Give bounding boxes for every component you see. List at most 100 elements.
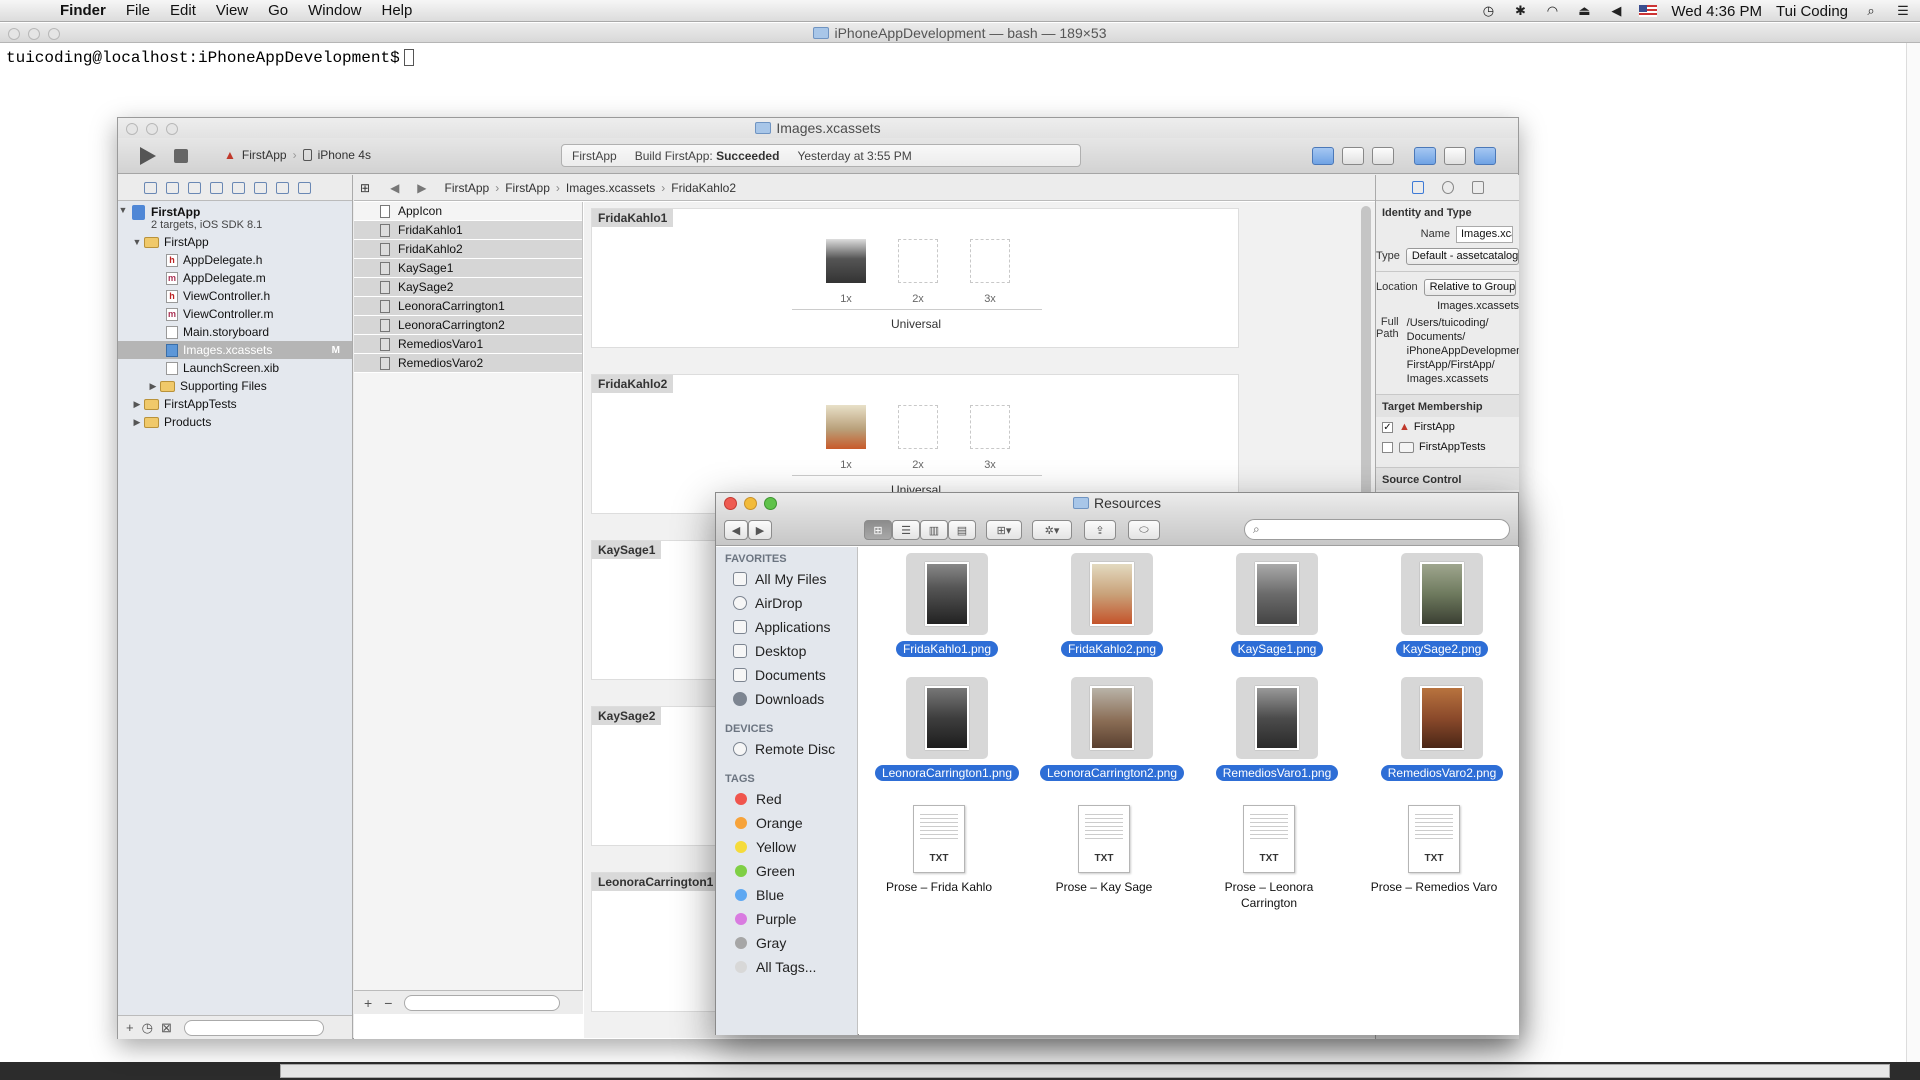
tree-item-appdelegate-h[interactable]: h AppDelegate.h (118, 251, 352, 269)
navigator-filter-field[interactable] (183, 1019, 324, 1036)
disclosure-closed-icon[interactable]: ▶ (132, 417, 142, 428)
file-item-kaysage1[interactable]: KaySage1.png (1197, 553, 1357, 657)
menu-file[interactable]: File (116, 2, 160, 19)
menubar-user[interactable]: Tui Coding (1776, 3, 1848, 20)
asset-row-appicon[interactable]: AppIcon (354, 202, 582, 221)
xcode-close-button[interactable] (126, 123, 138, 135)
notification-center-icon[interactable]: ☰ (1894, 3, 1912, 18)
jump-catalog[interactable]: Images.xcassets (566, 181, 655, 195)
sidebar-item-desktop[interactable]: Desktop (716, 639, 857, 663)
scheme-selector[interactable]: ▲ FirstApp › iPhone 4s (224, 148, 371, 162)
tree-item-images-xcassets[interactable]: Images.xcassets M (118, 341, 352, 359)
asset-row-fridakahlo2[interactable]: FridaKahlo2 (354, 240, 582, 259)
input-source-flag-icon[interactable] (1639, 5, 1658, 17)
tree-item-viewcontroller-h[interactable]: h ViewController.h (118, 287, 352, 305)
tree-item-main-storyboard[interactable]: Main.storyboard (118, 323, 352, 341)
run-button[interactable] (140, 147, 156, 165)
sidebar-tag-gray[interactable]: Gray (716, 931, 857, 955)
location-popup[interactable]: Relative to Group (1423, 278, 1517, 296)
recent-files-icon[interactable]: ◷ (142, 1020, 153, 1036)
sidebar-tag-yellow[interactable]: Yellow (716, 835, 857, 859)
sidebar-tag-orange[interactable]: Orange (716, 811, 857, 835)
sidebar-item-remote-disc[interactable]: Remote Disc (716, 737, 857, 761)
menu-help[interactable]: Help (372, 2, 423, 19)
disclosure-open-icon[interactable]: ▼ (132, 237, 142, 247)
volume-icon[interactable]: ◀ (1607, 3, 1625, 18)
tree-item-supporting-files[interactable]: ▶ Supporting Files (118, 377, 352, 395)
terminal-body[interactable]: tuicoding@localhost:iPhoneAppDevelopment… (0, 43, 1920, 73)
file-inspector-icon[interactable] (1411, 181, 1424, 194)
asset-row-remediosvaro2[interactable]: RemediosVaro2 (354, 354, 582, 373)
share-button[interactable]: ⇪ (1084, 520, 1116, 540)
back-icon[interactable]: ◀ (390, 181, 399, 195)
toggle-debug-area-icon[interactable] (1444, 147, 1466, 165)
terminal-minimize-button[interactable] (28, 28, 40, 40)
menu-go[interactable]: Go (258, 2, 298, 19)
wifi-icon[interactable]: ◠ (1543, 3, 1561, 18)
breakpoint-navigator-icon[interactable] (276, 181, 289, 194)
disclosure-closed-icon[interactable]: ▶ (148, 381, 158, 392)
bluetooth-icon[interactable]: ✱ (1511, 3, 1529, 18)
sidebar-all-tags[interactable]: All Tags... (716, 955, 857, 979)
sidebar-item-applications[interactable]: Applications (716, 615, 857, 639)
image-slot-1x[interactable] (826, 239, 866, 283)
spotlight-search-icon[interactable]: ⌕ (1862, 3, 1880, 18)
forward-button[interactable]: ▶ (748, 520, 772, 540)
terminal-horizontal-scrollbar[interactable] (280, 1064, 1890, 1078)
asset-row-fridakahlo1[interactable]: FridaKahlo1 (354, 221, 582, 240)
action-gear-button[interactable]: ✲▾ (1032, 520, 1072, 540)
menu-window[interactable]: Window (298, 2, 371, 19)
forward-icon[interactable]: ▶ (417, 181, 426, 195)
icon-view-button[interactable]: ⊞ (864, 520, 892, 540)
file-item-remediosvaro1[interactable]: RemediosVaro1.png (1197, 677, 1357, 781)
menu-app-finder[interactable]: Finder (50, 2, 116, 19)
symbol-navigator-icon[interactable] (166, 181, 179, 194)
jump-asset[interactable]: FridaKahlo2 (671, 181, 736, 195)
sidebar-item-airdrop[interactable]: AirDrop (716, 591, 857, 615)
image-slot-2x[interactable] (898, 405, 938, 449)
canvas-scrollbar[interactable] (1361, 206, 1371, 506)
sidebar-item-all-my-files[interactable]: All My Files (716, 567, 857, 591)
xcode-minimize-button[interactable] (146, 123, 158, 135)
sidebar-item-documents[interactable]: Documents (716, 663, 857, 687)
assistant-editor-icon[interactable] (1342, 147, 1364, 165)
sidebar-tag-purple[interactable]: Purple (716, 907, 857, 931)
zoom-button[interactable] (764, 497, 777, 510)
toggle-utilities-icon[interactable] (1474, 147, 1496, 165)
finder-search-field[interactable]: ⌕ (1244, 519, 1510, 540)
arrange-button[interactable]: ⊞▾ (986, 520, 1022, 540)
standard-editor-icon[interactable] (1312, 147, 1334, 165)
quick-help-icon[interactable] (1441, 181, 1454, 194)
attributes-inspector-icon[interactable] (1471, 181, 1484, 194)
tree-item-viewcontroller-m[interactable]: m ViewController.m (118, 305, 352, 323)
file-item-remediosvaro2[interactable]: RemediosVaro2.png (1362, 677, 1522, 781)
xcode-zoom-button[interactable] (166, 123, 178, 135)
target-row-firstapptests[interactable]: FirstAppTests (1376, 437, 1519, 457)
tree-item-appdelegate-m[interactable]: m AppDelegate.m (118, 269, 352, 287)
column-view-button[interactable]: ▥ (920, 520, 948, 540)
menu-edit[interactable]: Edit (160, 2, 206, 19)
jump-group[interactable]: FirstApp (505, 181, 550, 195)
terminal-scrollbar[interactable] (1906, 43, 1920, 1080)
file-item-fridakahlo1[interactable]: FridaKahlo1.png (867, 553, 1027, 657)
version-editor-icon[interactable] (1372, 147, 1394, 165)
cover-flow-button[interactable]: ▤ (948, 520, 976, 540)
image-slot-3x[interactable] (970, 405, 1010, 449)
file-item-leonoracarrington2[interactable]: LeonoraCarrington2.png (1032, 677, 1192, 781)
disclosure-open-icon[interactable]: ▼ (118, 205, 128, 215)
name-field[interactable]: Images.xcassets (1456, 225, 1513, 243)
asset-row-kaysage1[interactable]: KaySage1 (354, 259, 582, 278)
terminal-zoom-button[interactable] (48, 28, 60, 40)
list-view-button[interactable]: ☰ (892, 520, 920, 540)
asset-row-leonoracarrington2[interactable]: LeonoraCarrington2 (354, 316, 582, 335)
file-item-kaysage2[interactable]: KaySage2.png (1362, 553, 1522, 657)
file-item-prose-kay-sage[interactable]: TXT Prose – Kay Sage (1024, 805, 1184, 895)
checkbox-unchecked[interactable] (1382, 441, 1393, 453)
image-slot-3x[interactable] (970, 239, 1010, 283)
menubar-clock[interactable]: Wed 4:36 PM (1671, 3, 1762, 20)
eject-icon[interactable]: ⏏ (1575, 3, 1593, 18)
asset-row-remediosvaro1[interactable]: RemediosVaro1 (354, 335, 582, 354)
related-items-icon[interactable]: ⊞ (360, 181, 370, 195)
menu-view[interactable]: View (206, 2, 258, 19)
file-item-prose-leonora-carrington[interactable]: TXT Prose – Leonora Carrington (1189, 805, 1349, 911)
